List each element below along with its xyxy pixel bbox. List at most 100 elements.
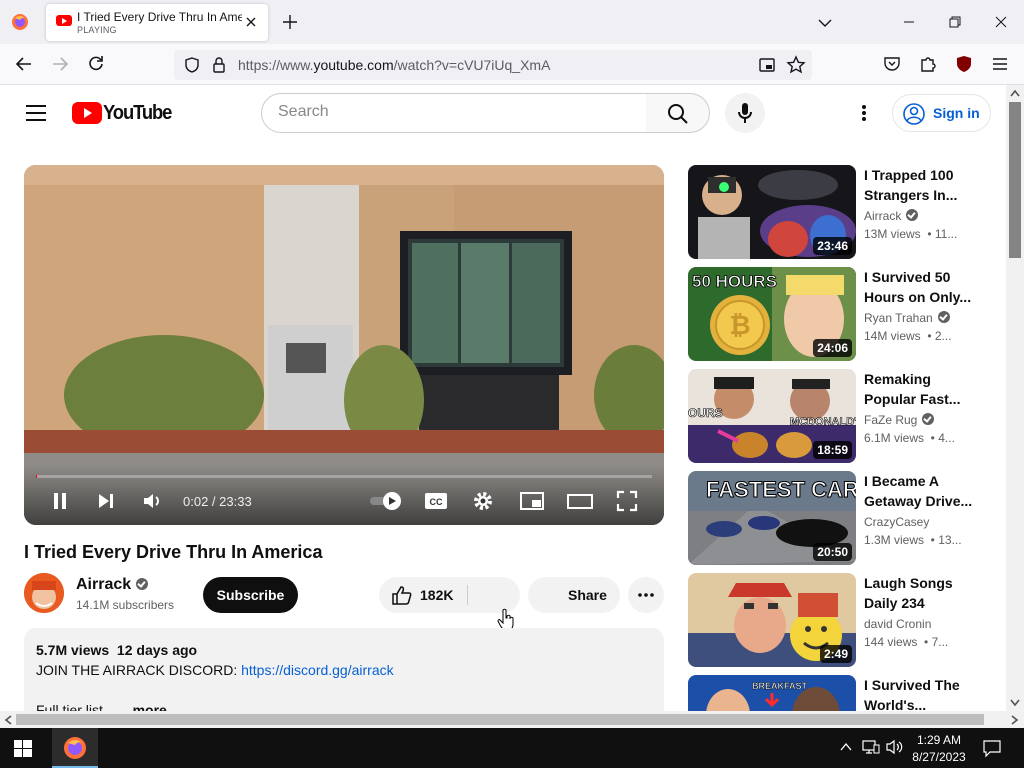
- mute-button[interactable]: [142, 491, 164, 516]
- address-bar[interactable]: https://www.youtube.com/watch?v=cVU7iUq_…: [174, 50, 812, 80]
- recommendation-channel: david Cronin: [864, 617, 931, 631]
- autoplay-toggle-icon: [370, 492, 401, 510]
- restore-window-icon[interactable]: [943, 10, 967, 34]
- show-more-button[interactable]: ...more: [121, 702, 167, 711]
- show-hidden-icons-chevron-icon[interactable]: [840, 740, 852, 759]
- pause-button[interactable]: [50, 491, 70, 516]
- volume-speaker-icon[interactable]: [886, 739, 904, 760]
- skip-next-icon: [99, 494, 113, 508]
- recommendation-title[interactable]: I Survived The World's...: [864, 675, 982, 711]
- network-icon[interactable]: [862, 739, 880, 760]
- browser-tab-bar: I Tried Every Drive Thru In America PLAY…: [0, 0, 1024, 44]
- recommendation-title[interactable]: Remaking Popular Fast...: [864, 369, 982, 409]
- horizontal-scroll-thumb[interactable]: [16, 714, 984, 725]
- browser-tab-active[interactable]: I Tried Every Drive Thru In America PLAY…: [46, 4, 268, 41]
- thumbnail-overlay-text: 50 HOURS: [692, 272, 777, 291]
- clock-date: 8/27/2023: [912, 750, 966, 764]
- recommendation-thumbnail[interactable]: 23:46: [688, 165, 856, 259]
- miniplayer-button[interactable]: [519, 490, 545, 517]
- recommendation-channel-name[interactable]: Airrack: [864, 209, 901, 223]
- account-circle-icon: [903, 103, 925, 125]
- firefox-view-icon[interactable]: [10, 12, 30, 32]
- reload-icon[interactable]: [86, 54, 106, 74]
- lock-icon[interactable]: [210, 56, 228, 79]
- taskbar-firefox-button[interactable]: [52, 728, 98, 768]
- fullscreen-icon: [616, 490, 638, 512]
- notification-center-icon[interactable]: [982, 738, 1002, 763]
- recommendation-channel-name[interactable]: FaZe Rug: [864, 413, 917, 427]
- close-tab-icon[interactable]: [244, 15, 258, 29]
- recommendation-title[interactable]: I Trapped 100 Strangers In...: [864, 165, 982, 205]
- recommendation-item[interactable]: FASTEST CAR 20:50 I Became A Getaway Dri…: [688, 471, 988, 565]
- settings-button[interactable]: [472, 490, 494, 517]
- scroll-up-arrow-icon[interactable]: [1010, 89, 1020, 97]
- captions-button[interactable]: CC: [424, 490, 448, 517]
- recommendation-item[interactable]: ₿ 50 HOURS 24:06 I Survived 50 Hours on O…: [688, 267, 988, 361]
- windows-taskbar: 1:29 AM 8/27/2023: [0, 728, 1024, 768]
- share-button[interactable]: Share: [528, 577, 620, 613]
- channel-name[interactable]: Airrack: [76, 576, 149, 594]
- new-tab-plus-icon[interactable]: [282, 14, 298, 30]
- share-label: Share: [568, 587, 607, 603]
- discord-link[interactable]: https://discord.gg/airrack: [241, 662, 394, 678]
- channel-avatar[interactable]: [24, 573, 64, 613]
- recommendation-channel-name[interactable]: CrazyCasey: [864, 515, 929, 529]
- recommendation-thumbnail[interactable]: 2:49: [688, 573, 856, 667]
- theater-mode-button[interactable]: [566, 490, 594, 517]
- clock-time: 1:29 AM: [916, 733, 962, 747]
- system-clock[interactable]: 1:29 AM 8/27/2023: [910, 732, 968, 766]
- recommendation-item[interactable]: BREAKFAST I Survived The World's...: [688, 675, 988, 711]
- minimize-window-icon[interactable]: [897, 10, 921, 34]
- close-window-icon[interactable]: [989, 10, 1013, 34]
- scroll-down-arrow-icon[interactable]: [1010, 699, 1020, 707]
- recommendation-thumbnail[interactable]: OURS MCDONALD'S 18:59: [688, 369, 856, 463]
- back-arrow-icon[interactable]: [14, 54, 34, 74]
- search-box[interactable]: [261, 93, 647, 133]
- guide-menu-icon[interactable]: [26, 105, 46, 121]
- picture-in-picture-icon[interactable]: [758, 56, 776, 79]
- forward-arrow-icon[interactable]: [50, 54, 70, 74]
- recommendation-channel: Airrack: [864, 209, 919, 223]
- sign-in-button[interactable]: Sign in: [892, 94, 991, 132]
- pocket-icon[interactable]: [882, 54, 902, 74]
- vertical-scroll-thumb[interactable]: [1009, 102, 1021, 258]
- recommendation-thumbnail[interactable]: FASTEST CAR 20:50: [688, 471, 856, 565]
- windows-start-icon[interactable]: [14, 740, 32, 757]
- more-actions-button[interactable]: [628, 577, 664, 613]
- recommendation-item[interactable]: OURS MCDONALD'S 18:59 Remaking Popular Fa…: [688, 369, 988, 463]
- recommendation-title[interactable]: I Survived 50 Hours on Only...: [864, 267, 982, 307]
- recommendation-item[interactable]: 2:49 Laugh Songs Daily 234 david Cronin …: [688, 573, 988, 667]
- scroll-left-arrow-icon[interactable]: [4, 715, 12, 725]
- recommendation-thumbnail[interactable]: BREAKFAST: [688, 675, 856, 711]
- next-button[interactable]: [96, 491, 116, 516]
- search-button[interactable]: [646, 93, 710, 133]
- subscribe-button[interactable]: Subscribe: [203, 577, 298, 613]
- description-line3: Full tier list: [36, 702, 103, 711]
- recommendation-item[interactable]: 23:46 I Trapped 100 Strangers In... Airr…: [688, 165, 988, 259]
- video-duration: 23:46: [813, 237, 852, 255]
- recommendation-title[interactable]: I Became A Getaway Drive...: [864, 471, 982, 511]
- search-input[interactable]: [278, 103, 628, 121]
- ublock-shield-icon[interactable]: [954, 54, 974, 74]
- autoplay-toggle[interactable]: [368, 491, 404, 516]
- recommendation-thumbnail[interactable]: ₿ 50 HOURS 24:06: [688, 267, 856, 361]
- list-all-tabs-chevron-icon[interactable]: [818, 16, 832, 28]
- youtube-play-logo-icon: [72, 102, 102, 124]
- extensions-puzzle-icon[interactable]: [918, 54, 938, 74]
- voice-search-button[interactable]: [725, 93, 765, 133]
- recommendation-channel-name[interactable]: Ryan Trahan: [864, 311, 933, 325]
- tracking-protection-shield-icon[interactable]: [183, 56, 201, 79]
- url-domain: youtube.com: [313, 57, 394, 73]
- recommendation-channel-name[interactable]: david Cronin: [864, 617, 931, 631]
- url-text[interactable]: https://www.youtube.com/watch?v=cVU7iUq_…: [238, 57, 550, 73]
- app-menu-hamburger-icon[interactable]: [990, 54, 1010, 74]
- video-player[interactable]: 0:02 / 23:33 CC: [24, 165, 664, 525]
- progress-bar[interactable]: [36, 475, 652, 478]
- scroll-right-arrow-icon[interactable]: [1011, 715, 1019, 725]
- recommendation-title[interactable]: Laugh Songs Daily 234: [864, 573, 982, 613]
- description-box[interactable]: 5.7M views 12 days ago JOIN THE AIRRACK …: [24, 628, 664, 711]
- fullscreen-button[interactable]: [616, 490, 638, 517]
- settings-kebab-icon[interactable]: [854, 103, 874, 123]
- youtube-favicon-icon: [56, 15, 72, 26]
- bookmark-star-icon[interactable]: [786, 55, 806, 80]
